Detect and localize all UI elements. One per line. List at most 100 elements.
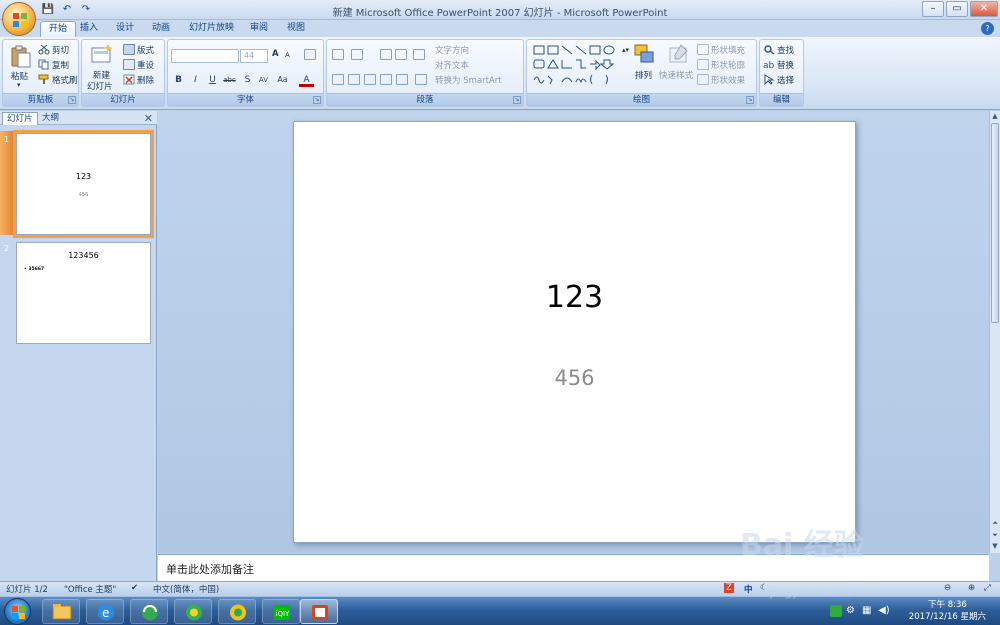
tray-network-icon[interactable]: ▦	[862, 605, 871, 616]
numbering-icon[interactable]	[351, 49, 363, 60]
tab-view[interactable]: 视图	[279, 21, 313, 37]
tab-slideshow[interactable]: 幻灯片放映	[181, 21, 242, 37]
quick-styles-icon[interactable]	[667, 43, 691, 67]
text-direction-button[interactable]: 文字方向	[435, 44, 469, 56]
shape-outline-button[interactable]: 形状轮廓	[711, 59, 745, 71]
slide-canvas[interactable]: 123 456	[293, 121, 856, 543]
taskbar-app-3[interactable]	[174, 599, 212, 624]
taskbar-app-4[interactable]	[218, 599, 256, 624]
align-left-icon[interactable]	[332, 74, 344, 85]
maximize-button[interactable]: ▭	[946, 1, 968, 17]
slide-thumbnail-1[interactable]: 123 456	[13, 130, 154, 238]
scroll-down-icon[interactable]: ▼	[990, 542, 1000, 552]
tab-slides[interactable]: 幻灯片	[2, 112, 38, 125]
tab-review[interactable]: 审阅	[242, 21, 276, 37]
columns-icon[interactable]	[415, 74, 427, 85]
vertical-scrollbar[interactable]: ▲ ⏶ ⏷ ▼	[989, 111, 1000, 553]
distributed-icon[interactable]	[396, 74, 408, 85]
justify-icon[interactable]	[380, 74, 392, 85]
format-painter-button[interactable]: 格式刷	[52, 74, 78, 86]
delete-button[interactable]: 删除	[137, 74, 154, 86]
tray-app-icon[interactable]	[830, 605, 842, 617]
copy-button[interactable]: 复制	[52, 59, 69, 71]
decrease-indent-icon[interactable]	[380, 49, 392, 60]
zoom-out-icon[interactable]: ⊖	[944, 583, 951, 593]
clipboard-launcher-icon[interactable]: ↘	[68, 96, 76, 104]
cut-button[interactable]: 剪切	[52, 44, 69, 56]
font-color-button[interactable]: A	[299, 73, 314, 87]
paragraph-launcher-icon[interactable]: ↘	[513, 96, 521, 104]
arrange-icon[interactable]	[633, 43, 657, 67]
character-spacing-button[interactable]: AV	[256, 73, 271, 87]
font-name-box[interactable]	[171, 49, 239, 63]
paste-icon[interactable]	[9, 44, 33, 68]
language-status[interactable]: 中文(简体，中国)	[153, 583, 219, 595]
change-case-button[interactable]: Aa	[275, 73, 290, 87]
ime-language-indicator[interactable]: 中	[744, 583, 753, 595]
slide-thumbnail-2[interactable]: 123456 • 35667	[16, 242, 151, 344]
increase-indent-icon[interactable]	[395, 49, 407, 60]
scrollbar-thumb[interactable]	[991, 123, 999, 323]
shape-fill-button[interactable]: 形状填充	[711, 44, 745, 56]
fit-slide-icon[interactable]: ⤢	[984, 583, 991, 593]
grow-font-button[interactable]: A	[272, 49, 279, 59]
taskbar-explorer[interactable]	[42, 599, 80, 624]
next-slide-icon[interactable]: ⏷	[990, 531, 1000, 541]
layout-button[interactable]: 版式	[137, 44, 154, 56]
italic-button[interactable]: I	[188, 73, 203, 87]
close-button[interactable]: ✕	[970, 1, 998, 17]
slide-title[interactable]: 123	[294, 280, 855, 315]
align-center-icon[interactable]	[348, 74, 360, 85]
taskbar-iqiyi[interactable]: iQIY	[262, 599, 300, 624]
select-button[interactable]: 选择	[777, 74, 794, 86]
start-button[interactable]	[4, 598, 31, 625]
spellcheck-icon[interactable]: ✔	[131, 583, 138, 593]
shapes-gallery[interactable]	[532, 44, 620, 86]
tab-home[interactable]: 开始	[40, 21, 77, 37]
ime-logo-icon[interactable]: Z	[724, 583, 734, 593]
tab-outline[interactable]: 大纲	[38, 112, 63, 125]
new-slide-icon[interactable]	[90, 43, 114, 67]
office-button[interactable]	[2, 2, 36, 36]
slide-subtitle[interactable]: 456	[294, 366, 855, 390]
align-right-icon[interactable]	[364, 74, 376, 85]
ime-moon-icon[interactable]: ☾	[760, 583, 768, 593]
font-size-box[interactable]: 44	[240, 49, 268, 63]
new-slide-button-2[interactable]: 幻灯片	[87, 80, 113, 92]
panel-close-icon[interactable]: ✕	[144, 112, 153, 125]
strikethrough-button[interactable]: abc	[222, 73, 237, 87]
taskbar-browser[interactable]	[130, 599, 168, 624]
clock[interactable]: 下午 8:36 2017/12/16 星期六	[909, 599, 986, 623]
tab-design[interactable]: 设计	[108, 21, 142, 37]
scroll-up-icon[interactable]: ▲	[990, 112, 1000, 122]
bullets-icon[interactable]	[332, 49, 344, 60]
taskbar-ie[interactable]: e	[86, 599, 124, 624]
bold-button[interactable]: B	[171, 73, 186, 87]
drawing-launcher-icon[interactable]: ↘	[746, 96, 754, 104]
font-launcher-icon[interactable]: ↘	[313, 96, 321, 104]
clear-format-icon[interactable]	[304, 49, 316, 60]
zoom-in-icon[interactable]: ⊕	[968, 583, 975, 593]
tab-insert[interactable]: 插入	[72, 21, 106, 37]
minimize-button[interactable]: –	[922, 1, 944, 17]
shrink-font-button[interactable]: A	[285, 51, 290, 59]
tab-animations[interactable]: 动画	[144, 21, 178, 37]
shadow-button[interactable]: S	[240, 73, 255, 87]
gallery-scroll-icon[interactable]: ▴▾	[622, 46, 629, 54]
help-icon[interactable]: ?	[981, 22, 994, 35]
convert-smartart-button[interactable]: 转换为 SmartArt	[435, 74, 502, 86]
reset-button[interactable]: 重设	[137, 59, 154, 71]
notes-pane[interactable]: 单击此处添加备注	[158, 554, 989, 581]
replace-button[interactable]: 替换	[777, 59, 794, 71]
quick-styles-button[interactable]: 快速样式	[659, 69, 693, 81]
underline-button[interactable]: U	[205, 73, 220, 87]
tray-volume-icon[interactable]: ◀)	[878, 605, 890, 616]
tray-settings-icon[interactable]: ⚙	[846, 605, 855, 616]
shape-effects-button[interactable]: 形状效果	[711, 74, 745, 86]
previous-slide-icon[interactable]: ⏶	[990, 519, 1000, 529]
find-button[interactable]: 查找	[777, 44, 794, 56]
arrange-button[interactable]: 排列	[635, 69, 652, 81]
line-spacing-icon[interactable]	[413, 49, 425, 60]
taskbar-powerpoint[interactable]	[300, 599, 338, 624]
align-text-button[interactable]: 对齐文本	[435, 59, 469, 71]
